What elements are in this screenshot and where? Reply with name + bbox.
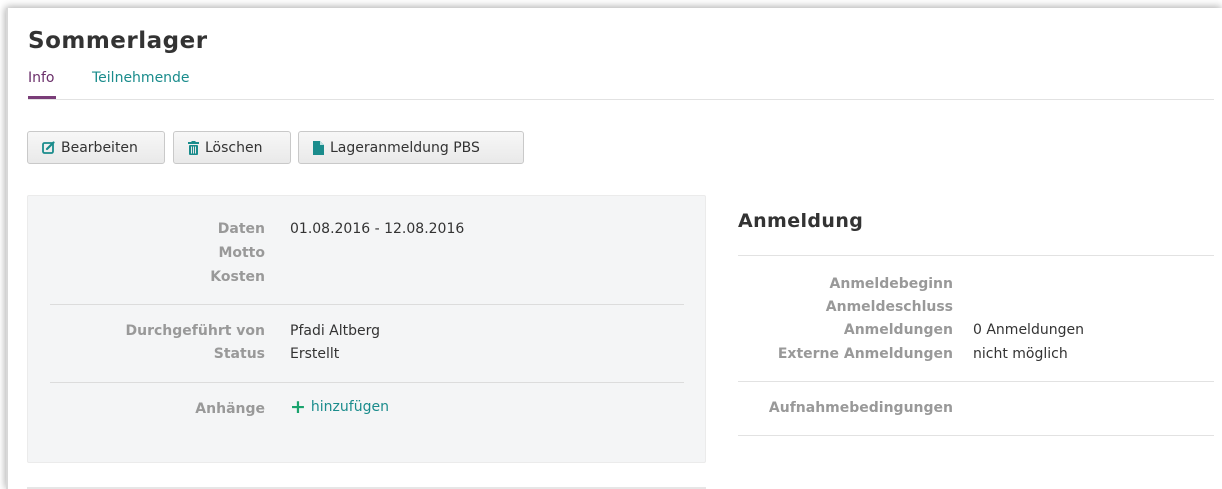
add-attachment-label: hinzufügen	[310, 399, 389, 415]
durchgefuehrt-label: Durchgeführt von	[125, 323, 265, 339]
externe-anmeldungen-label: Externe Anmeldungen	[777, 346, 953, 362]
tabs-divider	[28, 99, 1214, 100]
registration-divider	[738, 381, 1214, 382]
durchgefuehrt-value: Pfadi Altberg	[290, 323, 381, 339]
tab-info[interactable]: Info	[28, 70, 56, 99]
event-details-card: Daten 01.08.2016 - 12.08.2016 Motto Kost…	[27, 195, 706, 463]
anmeldebeginn-label: Anmeldebeginn	[829, 276, 953, 292]
anmeldungen-value: 0 Anmeldungen	[973, 322, 1084, 338]
add-attachment-link[interactable]: + hinzufügen	[290, 396, 389, 418]
anmeldungen-label: Anmeldungen	[843, 322, 953, 338]
status-label: Status	[213, 346, 265, 362]
kosten-label: Kosten	[210, 269, 265, 285]
anhaenge-label: Anhänge	[195, 401, 265, 417]
daten-label: Daten	[217, 221, 265, 237]
motto-label: Motto	[218, 245, 265, 261]
edit-icon	[42, 141, 55, 154]
aufnahmebedingungen-label: Aufnahmebedingungen	[768, 400, 953, 416]
registration-title: Anmeldung	[738, 210, 864, 232]
anmeldeschluss-label: Anmeldeschluss	[825, 299, 953, 315]
tab-teilnehmende[interactable]: Teilnehmende	[92, 70, 190, 86]
card-divider	[50, 382, 684, 383]
trash-icon	[188, 140, 199, 155]
externe-anmeldungen-value: nicht möglich	[973, 346, 1068, 362]
edit-button-label: Bearbeiten	[61, 139, 138, 156]
card-divider	[50, 304, 684, 305]
pbs-button-label: Lageranmeldung PBS	[330, 139, 480, 156]
registration-divider	[738, 255, 1214, 256]
delete-button-label: Löschen	[205, 139, 263, 156]
edit-button[interactable]: Bearbeiten	[27, 131, 165, 164]
page-title: Sommerlager	[28, 28, 208, 54]
lageranmeldung-pbs-button[interactable]: Lageranmeldung PBS	[298, 131, 524, 164]
status-value: Erstellt	[290, 346, 340, 362]
registration-divider	[738, 435, 1214, 436]
daten-value: 01.08.2016 - 12.08.2016	[290, 221, 465, 237]
plus-icon: +	[290, 396, 306, 418]
delete-button[interactable]: Löschen	[173, 131, 291, 164]
file-icon	[313, 140, 324, 155]
